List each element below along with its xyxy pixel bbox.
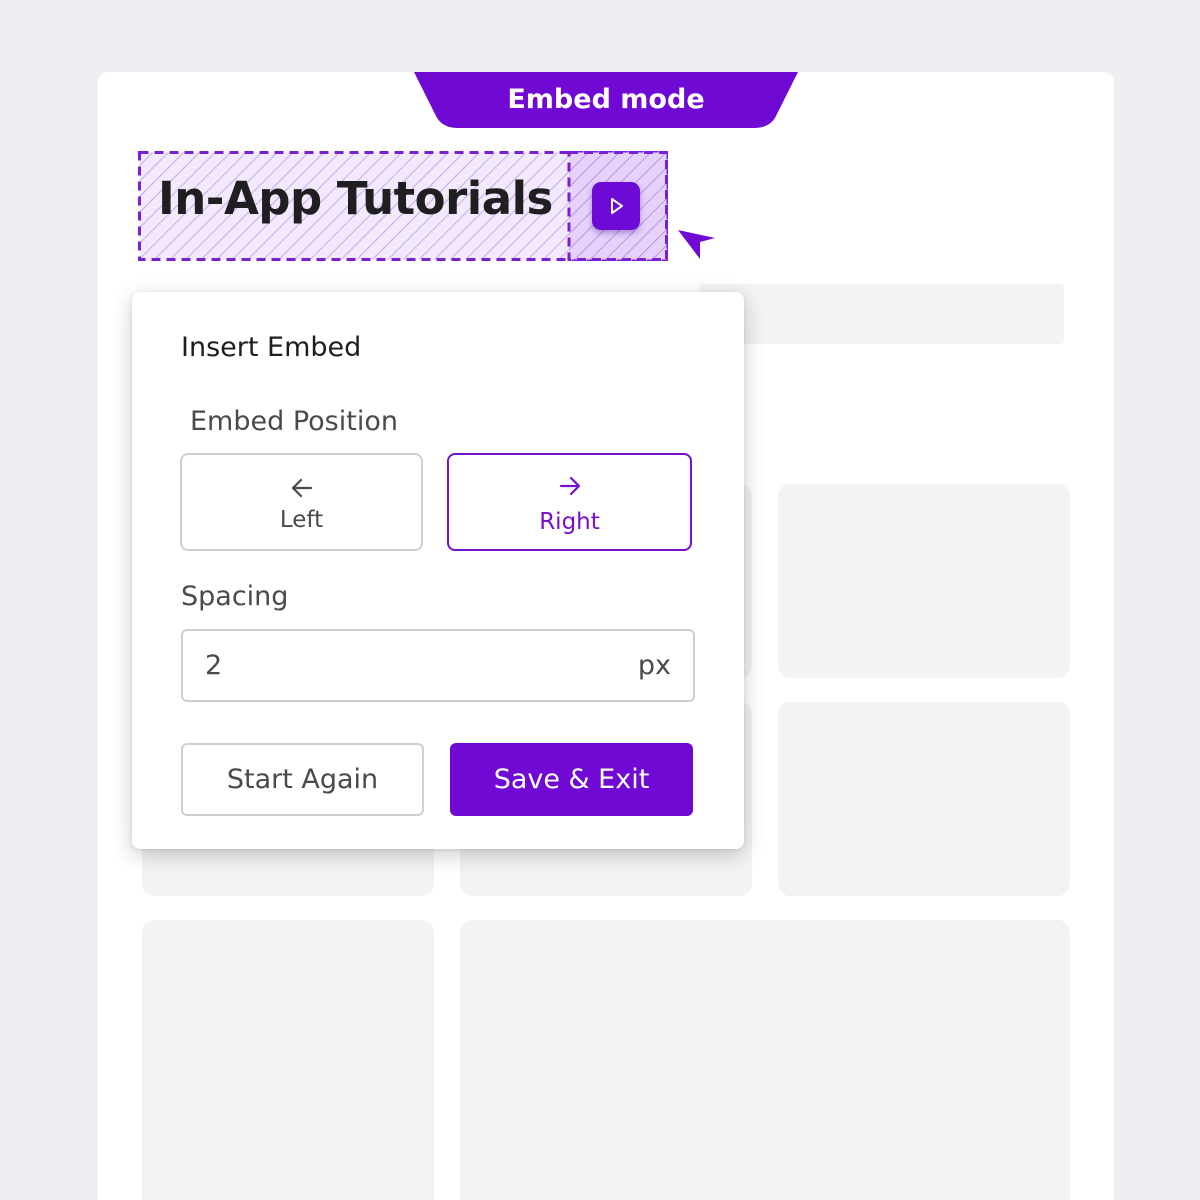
position-left-label: Left	[279, 507, 324, 533]
embed-mode-tab: Embed mode	[414, 72, 798, 128]
spacing-value: 2	[205, 650, 223, 681]
spacing-label: Spacing	[181, 581, 289, 612]
placeholder-card	[778, 702, 1070, 896]
play-icon	[611, 198, 623, 214]
position-right-label: Right	[539, 509, 600, 535]
embed-play-button[interactable]	[592, 182, 640, 230]
embed-mode-label: Embed mode	[507, 84, 705, 115]
embed-position-label: Embed Position	[190, 406, 398, 437]
insert-embed-dialog: Insert Embed Embed Position Left Right S…	[132, 292, 744, 849]
placeholder-bar	[700, 284, 1064, 344]
spacing-unit: px	[637, 650, 671, 681]
placeholder-card	[778, 484, 1070, 678]
start-again-button[interactable]: Start Again	[181, 743, 424, 816]
placeholder-card	[460, 920, 1070, 1200]
placeholder-card	[142, 920, 434, 1200]
position-right-button[interactable]: Right	[447, 453, 692, 551]
page-heading: In-App Tutorials	[158, 172, 553, 225]
pointer-cursor-icon	[678, 230, 715, 259]
arrow-left-icon	[291, 478, 312, 498]
save-exit-button[interactable]: Save & Exit	[450, 743, 693, 816]
arrow-right-icon	[559, 476, 580, 496]
spacing-input[interactable]: 2 px	[181, 629, 695, 702]
dialog-title: Insert Embed	[181, 332, 362, 363]
position-left-button[interactable]: Left	[180, 453, 423, 551]
